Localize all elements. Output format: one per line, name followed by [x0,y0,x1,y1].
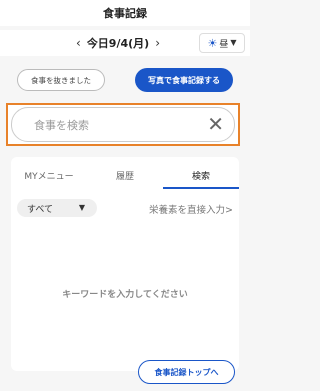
search-highlight: 食事を検索 ✕ [6,103,240,146]
date-bar: ‹ 今日9/4(月) › ☀ 昼 ▼ [0,30,250,56]
skipped-meal-button[interactable]: 食事を抜きました [17,69,105,91]
category-filter[interactable]: すべて ▼ [17,199,97,217]
chevron-left-icon[interactable]: ‹ [76,37,81,49]
search-input[interactable]: 食事を検索 ✕ [11,107,235,142]
chevron-right-icon[interactable]: › [155,37,160,49]
close-icon[interactable]: ✕ [207,114,224,134]
sun-icon: ☀ [207,36,218,50]
caret-down-icon: ▼ [230,38,237,47]
empty-state-message: キーワードを入力してください [62,290,188,300]
direct-nutrient-input-link[interactable]: 栄養素を直接入力> [149,202,233,216]
search-placeholder: 食事を検索 [34,118,89,132]
date-navigation: ‹ 今日9/4(月) › [76,34,160,52]
app-header: 食事記録 [0,0,250,26]
page-title: 食事記録 [103,7,147,20]
search-panel: MYメニュー 履歴 検索 すべて ▼ 栄養素を直接入力> キーワードを入力してく… [11,157,239,371]
tab-search[interactable]: 検索 [163,157,239,189]
photo-record-button[interactable]: 写真で食事記録する [135,68,233,92]
current-date: 今日9/4(月) [86,37,150,50]
tab-bar: MYメニュー 履歴 検索 [11,157,239,189]
tab-history[interactable]: 履歴 [87,157,163,189]
caret-down-icon: ▼ [78,203,85,212]
tab-my-menu[interactable]: MYメニュー [11,157,87,189]
filter-value: すべて [27,204,54,215]
meal-type-value: 昼 [219,39,229,50]
meal-record-top-button[interactable]: 食事記録トップへ [138,360,235,384]
meal-type-select[interactable]: ☀ 昼 ▼ [199,33,245,53]
